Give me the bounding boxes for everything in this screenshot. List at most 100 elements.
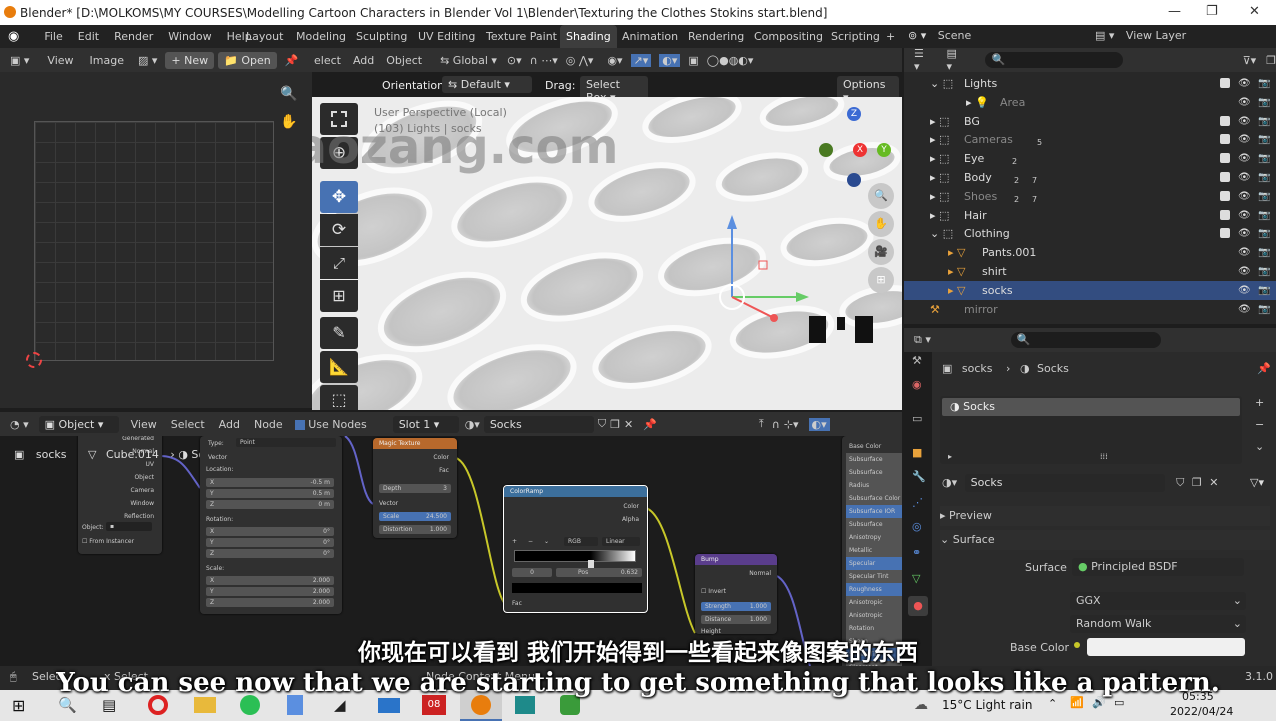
close-icon[interactable]: ✕ (1249, 4, 1260, 19)
loc-y[interactable]: Y 0.5 m (206, 489, 334, 498)
bsdf-input[interactable]: Subsurface Color (846, 492, 902, 505)
exclude-checkbox[interactable] (1220, 209, 1230, 220)
duplicate-material-icon[interactable]: ❐ (610, 418, 620, 431)
tab-rendering[interactable]: Rendering (682, 25, 750, 48)
remove-slot-icon[interactable]: − (1255, 418, 1264, 431)
bsdf-input[interactable]: Subsurface IOR (846, 505, 902, 518)
outliner-row-socks[interactable]: ▸ ▽ socks 👁 📷 (904, 280, 1276, 300)
fake-user-icon[interactable]: ⛉ (598, 417, 606, 431)
render-camera-icon[interactable]: 📷 (1258, 224, 1270, 243)
node-editor-canvas[interactable]: Generated Normal UV Object Camera Window… (0, 436, 902, 666)
gizmo-icon[interactable]: ↗▾ (630, 53, 652, 67)
eye-icon[interactable]: 👁 (1238, 112, 1251, 131)
pin-icon[interactable]: 📌 (285, 54, 299, 67)
preview-panel-header[interactable]: ▸ Preview (940, 506, 1270, 526)
vp-add-menu[interactable]: Add (353, 54, 374, 67)
bsdf-input[interactable]: Specular Tint (846, 570, 902, 583)
properties-search[interactable]: 🔍 (1010, 332, 1161, 348)
particles-tab-icon[interactable]: ⋰ (912, 496, 923, 509)
magic-texture-node[interactable]: Magic Texture Color Fac Depth 3 Vector Sc… (373, 438, 457, 538)
coord-object-field[interactable]: ▪ (106, 522, 152, 531)
exclude-checkbox[interactable] (1220, 190, 1230, 201)
outliner-row-bg[interactable]: ▸ ⬚ BG 👁 📷 (904, 112, 1276, 131)
magic-distortion-field[interactable]: Distortion 1.000 (379, 525, 451, 534)
render-camera-icon[interactable]: 📷 (1258, 206, 1270, 225)
ramp-index-field[interactable]: 0 (512, 568, 552, 577)
menu-edit[interactable]: Edit (78, 30, 99, 43)
image-browse-icon[interactable]: ▨ ▾ (138, 54, 157, 67)
principled-bsdf-node[interactable]: Base Color Subsurface Subsurface Radius Sub… (842, 436, 902, 666)
tab-compositing[interactable]: Compositing (748, 25, 829, 48)
render-camera-icon[interactable]: 📷 (1258, 262, 1270, 281)
tray-chevron-icon[interactable]: ⌃ (1048, 697, 1057, 710)
blender-menu-icon[interactable]: ◉ (8, 29, 19, 44)
render-camera-icon[interactable]: 📷 (1258, 112, 1270, 131)
app-red-icon[interactable]: 08 (422, 695, 446, 715)
eye-icon[interactable]: 👁 (1238, 281, 1251, 300)
bsdf-input[interactable]: Specular (846, 557, 902, 570)
eye-icon[interactable]: 👁 (1238, 206, 1251, 225)
outliner-row-eye[interactable]: ▸ ⬚ Eye 👁 📷 (904, 149, 1276, 168)
scale-y[interactable]: Y 2.000 (206, 587, 334, 596)
bsdf-input[interactable]: Roughness (846, 583, 902, 596)
exclude-checkbox[interactable] (1220, 115, 1230, 126)
prop-pin-icon[interactable]: 📌 (1257, 362, 1271, 375)
node-node-menu[interactable]: Node (254, 418, 283, 431)
material-slot-item[interactable]: ◑ Socks (942, 398, 1240, 416)
eye-icon[interactable]: 👁 (1238, 300, 1251, 319)
material-browse-icon-prop[interactable]: ◑▾ (942, 476, 957, 489)
scale-x[interactable]: X 2.000 (206, 576, 334, 585)
node-editor-type-icon[interactable]: ◔ ▾ (10, 418, 29, 431)
bsdf-input[interactable]: Anisotropic Rotation (846, 609, 902, 635)
loc-x[interactable]: X -0.5 m (206, 478, 334, 487)
ramp-gradient[interactable] (514, 550, 636, 562)
slot-list-expand[interactable]: ▸ (948, 452, 952, 461)
annotate-tool-icon[interactable]: ✎ (320, 317, 358, 349)
scale-tool-icon[interactable]: ⤢ (320, 247, 358, 279)
exclude-checkbox[interactable] (1220, 78, 1230, 88)
eye-icon[interactable]: 👁 (1238, 74, 1251, 93)
outliner-row-shoes[interactable]: ▸ ⬚ Shoes 👁 📷 (904, 187, 1276, 206)
outliner-row-hair[interactable]: ▸ ⬚ Hair 👁 📷 (904, 206, 1276, 225)
image-image-menu[interactable]: Image (90, 54, 124, 67)
ramp-interp-dropdown[interactable]: Linear (602, 537, 640, 546)
scale-z[interactable]: Z 2.000 (206, 598, 334, 607)
vp-select-menu[interactable]: elect (314, 54, 341, 67)
ramp-add-icon[interactable]: + (512, 538, 517, 545)
cursor-2d-icon[interactable] (26, 352, 42, 368)
modifier-tab-icon[interactable]: 🔧 (912, 470, 926, 483)
bump-node[interactable]: Bump Normal ☐ Invert Strength 1.000 Dista… (695, 554, 777, 635)
render-camera-icon[interactable]: 📷 (1258, 149, 1270, 168)
render-tab-icon[interactable]: ◉ (912, 378, 922, 391)
exclude-checkbox[interactable] (1220, 153, 1230, 164)
xray-icon[interactable]: ▣ (688, 54, 698, 67)
tab-texture-paint[interactable]: Texture Paint (480, 25, 563, 48)
snap-icon[interactable]: ∩ ⋯▾ (530, 54, 558, 67)
minimize-icon[interactable]: — (1168, 4, 1181, 19)
app-icon-a[interactable]: ◢ (334, 696, 346, 714)
rot-z[interactable]: Z 0° (206, 549, 334, 558)
bump-strength-field[interactable]: Strength 1.000 (701, 602, 771, 611)
bsdf-input[interactable]: Subsurface Radius (846, 466, 902, 492)
navigation-gizmo[interactable]: Z X Y (817, 105, 897, 187)
add-workspace-icon[interactable]: + (880, 25, 901, 48)
subsurface-method-dropdown[interactable]: Random Walk ⌄ (1070, 615, 1246, 633)
search-icon[interactable]: 🔍 (58, 696, 77, 714)
outliner-row-pants-001[interactable]: ▸ ▽ Pants.001 👁 📷 (904, 243, 1276, 262)
bsdf-input[interactable]: Anisotropic (846, 596, 902, 609)
outliner-search[interactable]: 🔍 (985, 52, 1123, 68)
slot-list-grip[interactable]: ⁞⁞⁞ (1100, 452, 1108, 461)
overlay-icon[interactable]: ◐▾ (659, 53, 681, 67)
move-tool-icon[interactable]: ✥ (320, 181, 358, 213)
viewport-pan-icon[interactable]: ✋ (868, 211, 894, 237)
add-slot-icon[interactable]: + (1255, 396, 1264, 409)
prop-duplicate-icon[interactable]: ❐ (1192, 476, 1202, 489)
tab-modeling[interactable]: Modeling (290, 25, 352, 48)
visibility-icon[interactable]: ◉▾ (607, 54, 622, 67)
outliner-new-collection-icon[interactable]: ❐ (1266, 54, 1276, 67)
loc-z[interactable]: Z0 m (206, 500, 334, 509)
gizmo-x-axis[interactable]: X (853, 143, 867, 157)
render-camera-icon[interactable]: 📷 (1258, 300, 1270, 319)
magic-scale-field[interactable]: Scale 24.500 (379, 512, 451, 521)
tab-sculpting[interactable]: Sculpting (350, 25, 413, 48)
